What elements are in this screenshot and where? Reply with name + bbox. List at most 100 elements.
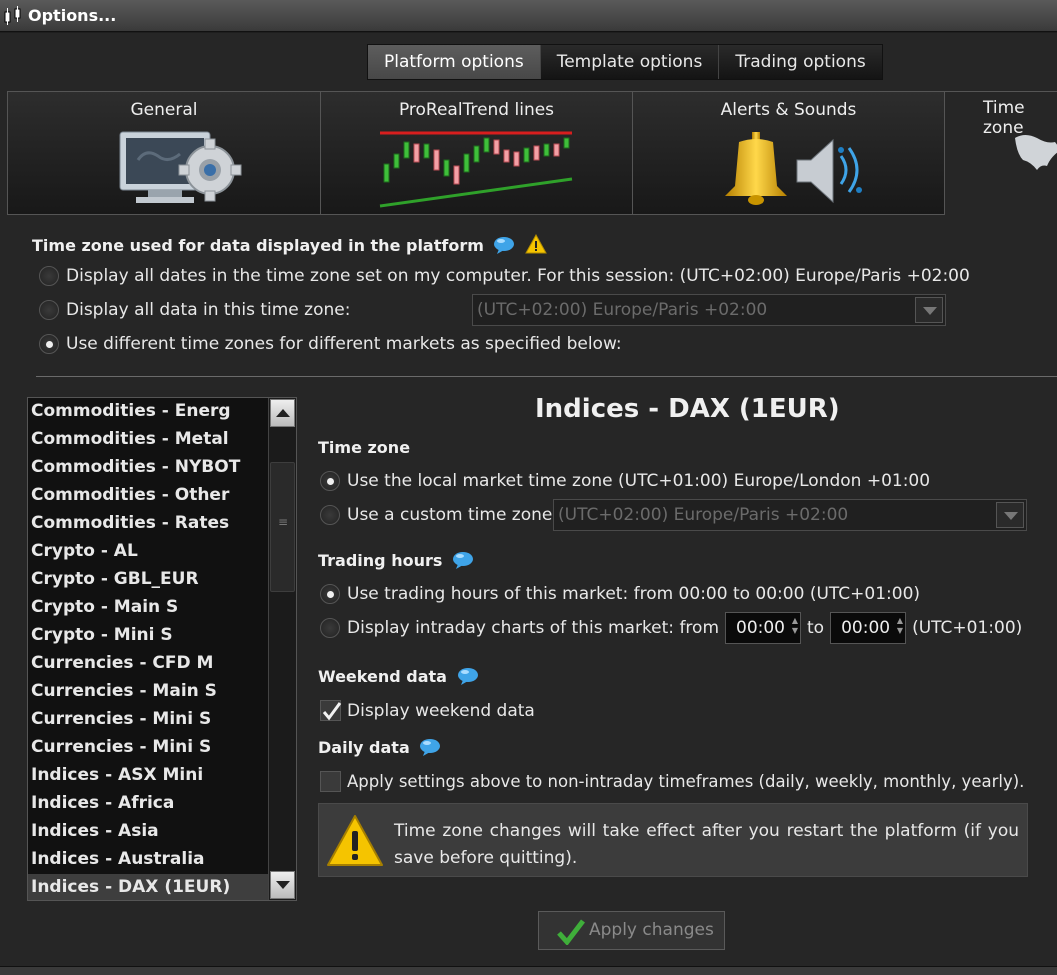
bell-speaker-icon [725, 132, 862, 205]
market-list-item[interactable]: Indices - Australia [28, 846, 268, 874]
tile-panel-divider [7, 214, 945, 215]
category-alerts-sounds[interactable]: Alerts & Sounds [632, 91, 945, 215]
weekend-data-checkbox[interactable] [320, 700, 342, 721]
category-time-zone[interactable]: Time zone [944, 91, 1057, 215]
radio-custom-timezone-button[interactable] [320, 505, 340, 525]
weekend-data-checkbox-row[interactable]: Display weekend data [320, 700, 535, 721]
market-list-item[interactable]: Commodities - Metal [28, 426, 268, 454]
daily-data-label: Apply settings above to non-intraday tim… [347, 772, 1025, 791]
category-prorealtrend-label: ProRealTrend lines [398, 100, 555, 120]
category-general[interactable]: General [7, 91, 321, 215]
bottom-strip [0, 966, 1057, 975]
intraday-to-label: to [807, 618, 825, 638]
timezone-section-title-text: Time zone used for data displayed in the… [32, 236, 484, 255]
intraday-from-time-input[interactable]: 00:00 ▲ ▼ [725, 612, 801, 644]
spinner-arrows-icon[interactable]: ▲ ▼ [792, 616, 798, 636]
daily-data-checkbox-row[interactable]: Apply settings above to non-intraday tim… [320, 771, 1024, 792]
spinner-arrows-icon[interactable]: ▲ ▼ [897, 616, 903, 636]
market-list-item[interactable]: Crypto - GBL_EUR [28, 566, 268, 594]
global-timezone-select[interactable]: (UTC+02:00) Europe/Paris +02:00 [472, 294, 946, 326]
chevron-down-icon[interactable] [996, 502, 1024, 528]
market-list-item[interactable]: Currencies - CFD M [28, 650, 268, 678]
radio-different-timezones-button[interactable] [39, 334, 59, 354]
trading-hours-heading: Trading hours [318, 551, 474, 570]
scroll-up-arrow-icon[interactable] [270, 399, 295, 427]
daily-heading: Daily data [318, 738, 441, 757]
market-list-item[interactable]: Commodities - Energ [28, 398, 268, 426]
restart-notice-text: Time zone changes will take effect after… [394, 821, 1019, 868]
radio-custom-timezone-label: Use a custom time zone: [347, 505, 559, 525]
market-list-scrollbar[interactable] [268, 398, 296, 900]
tab-trading-options[interactable]: Trading options [719, 45, 882, 79]
market-items: Commodities - Energ Commodities - Metal Co… [28, 398, 296, 900]
market-list-item[interactable]: Currencies - Mini S [28, 734, 268, 762]
radio-this-timezone[interactable]: Display all data in this time zone: [39, 300, 350, 320]
restart-notice: Time zone changes will take effect after… [318, 803, 1028, 877]
radio-intraday-hours-button[interactable] [320, 618, 340, 638]
market-list-item[interactable]: Crypto - Mini S [28, 622, 268, 650]
market-list[interactable]: Commodities - Energ Commodities - Metal Co… [27, 397, 297, 901]
checkmark-icon [322, 702, 342, 721]
category-prorealtrend-lines[interactable]: ProRealTrend lines [320, 91, 633, 215]
radio-local-market-timezone-label: Use the local market time zone (UTC+01:0… [347, 471, 931, 491]
category-general-label: General [130, 100, 198, 120]
intraday-suffix-label: (UTC+01:00) [912, 618, 1023, 638]
radio-different-timezones[interactable]: Use different time zones for different m… [39, 334, 622, 354]
help-bubble-icon[interactable] [493, 236, 515, 254]
title-bar: Options... [0, 0, 1057, 32]
daily-data-checkbox[interactable] [320, 771, 341, 792]
category-alerts-label: Alerts & Sounds [720, 100, 857, 120]
market-list-item[interactable]: Indices - ASX Mini [28, 762, 268, 790]
market-list-item[interactable]: Currencies - Main S [28, 678, 268, 706]
warning-icon [327, 815, 383, 866]
market-list-item[interactable]: Currencies - Mini S [28, 706, 268, 734]
radio-this-timezone-button[interactable] [39, 300, 59, 320]
chevron-down-icon[interactable] [915, 297, 943, 323]
market-list-item[interactable]: Indices - Africa [28, 790, 268, 818]
market-list-item[interactable]: Commodities - Other [28, 482, 268, 510]
apply-changes-label: Apply changes [589, 920, 714, 940]
intraday-to-time-input[interactable]: 00:00 ▲ ▼ [830, 612, 907, 644]
computer-gear-icon [119, 131, 242, 203]
daily-heading-text: Daily data [318, 738, 410, 757]
intraday-to-value: 00:00 [841, 618, 891, 638]
help-bubble-icon[interactable] [452, 551, 474, 569]
checkmark-icon [557, 919, 585, 945]
radio-computer-timezone-button[interactable] [39, 266, 59, 286]
radio-use-trading-hours[interactable]: Use trading hours of this market: from 0… [320, 584, 920, 604]
weekend-heading: Weekend data [318, 667, 479, 686]
timezone-heading: Time zone [318, 438, 411, 457]
top-tab-bar: Platform options Template options Tradin… [367, 44, 883, 80]
radio-intraday-hours[interactable]: Display intraday charts of this market: … [320, 612, 1022, 644]
help-bubble-icon[interactable] [419, 738, 441, 756]
radio-local-market-timezone[interactable]: Use the local market time zone (UTC+01:0… [320, 471, 930, 491]
scrollbar-thumb[interactable] [270, 462, 295, 592]
tab-template-options[interactable]: Template options [540, 45, 720, 79]
market-list-item[interactable]: Indices - Asia [28, 818, 268, 846]
candlestick-trend-icon [379, 131, 573, 208]
radio-local-market-timezone-button[interactable] [320, 471, 340, 491]
radio-computer-timezone-label: Display all dates in the time zone set o… [66, 266, 970, 286]
scroll-down-arrow-icon[interactable] [270, 871, 295, 899]
candlestick-app-icon [4, 6, 21, 25]
world-map-icon [1015, 135, 1057, 170]
market-list-item[interactable]: Commodities - Rates [28, 510, 268, 538]
warning-icon [525, 234, 547, 254]
help-bubble-icon[interactable] [457, 667, 479, 685]
global-timezone-value: (UTC+02:00) Europe/Paris +02:00 [477, 300, 768, 320]
market-list-item[interactable]: Commodities - NYBOT [28, 454, 268, 482]
tab-platform-options[interactable]: Platform options [368, 45, 541, 79]
radio-custom-timezone[interactable]: Use a custom time zone: [320, 505, 558, 525]
weekend-heading-text: Weekend data [318, 667, 447, 686]
custom-timezone-select[interactable]: (UTC+02:00) Europe/Paris +02:00 [553, 499, 1027, 531]
market-list-item[interactable]: Crypto - AL [28, 538, 268, 566]
weekend-data-label: Display weekend data [347, 700, 535, 721]
apply-changes-button[interactable]: Apply changes [538, 911, 725, 950]
radio-use-trading-hours-button[interactable] [320, 584, 340, 604]
market-list-item[interactable]: Indices - DAX (1EUR) [28, 874, 268, 900]
window-title: Options... [28, 6, 117, 25]
section-divider [36, 376, 1057, 377]
radio-this-timezone-label: Display all data in this time zone: [66, 300, 351, 320]
radio-computer-timezone[interactable]: Display all dates in the time zone set o… [39, 266, 970, 286]
market-list-item[interactable]: Crypto - Main S [28, 594, 268, 622]
